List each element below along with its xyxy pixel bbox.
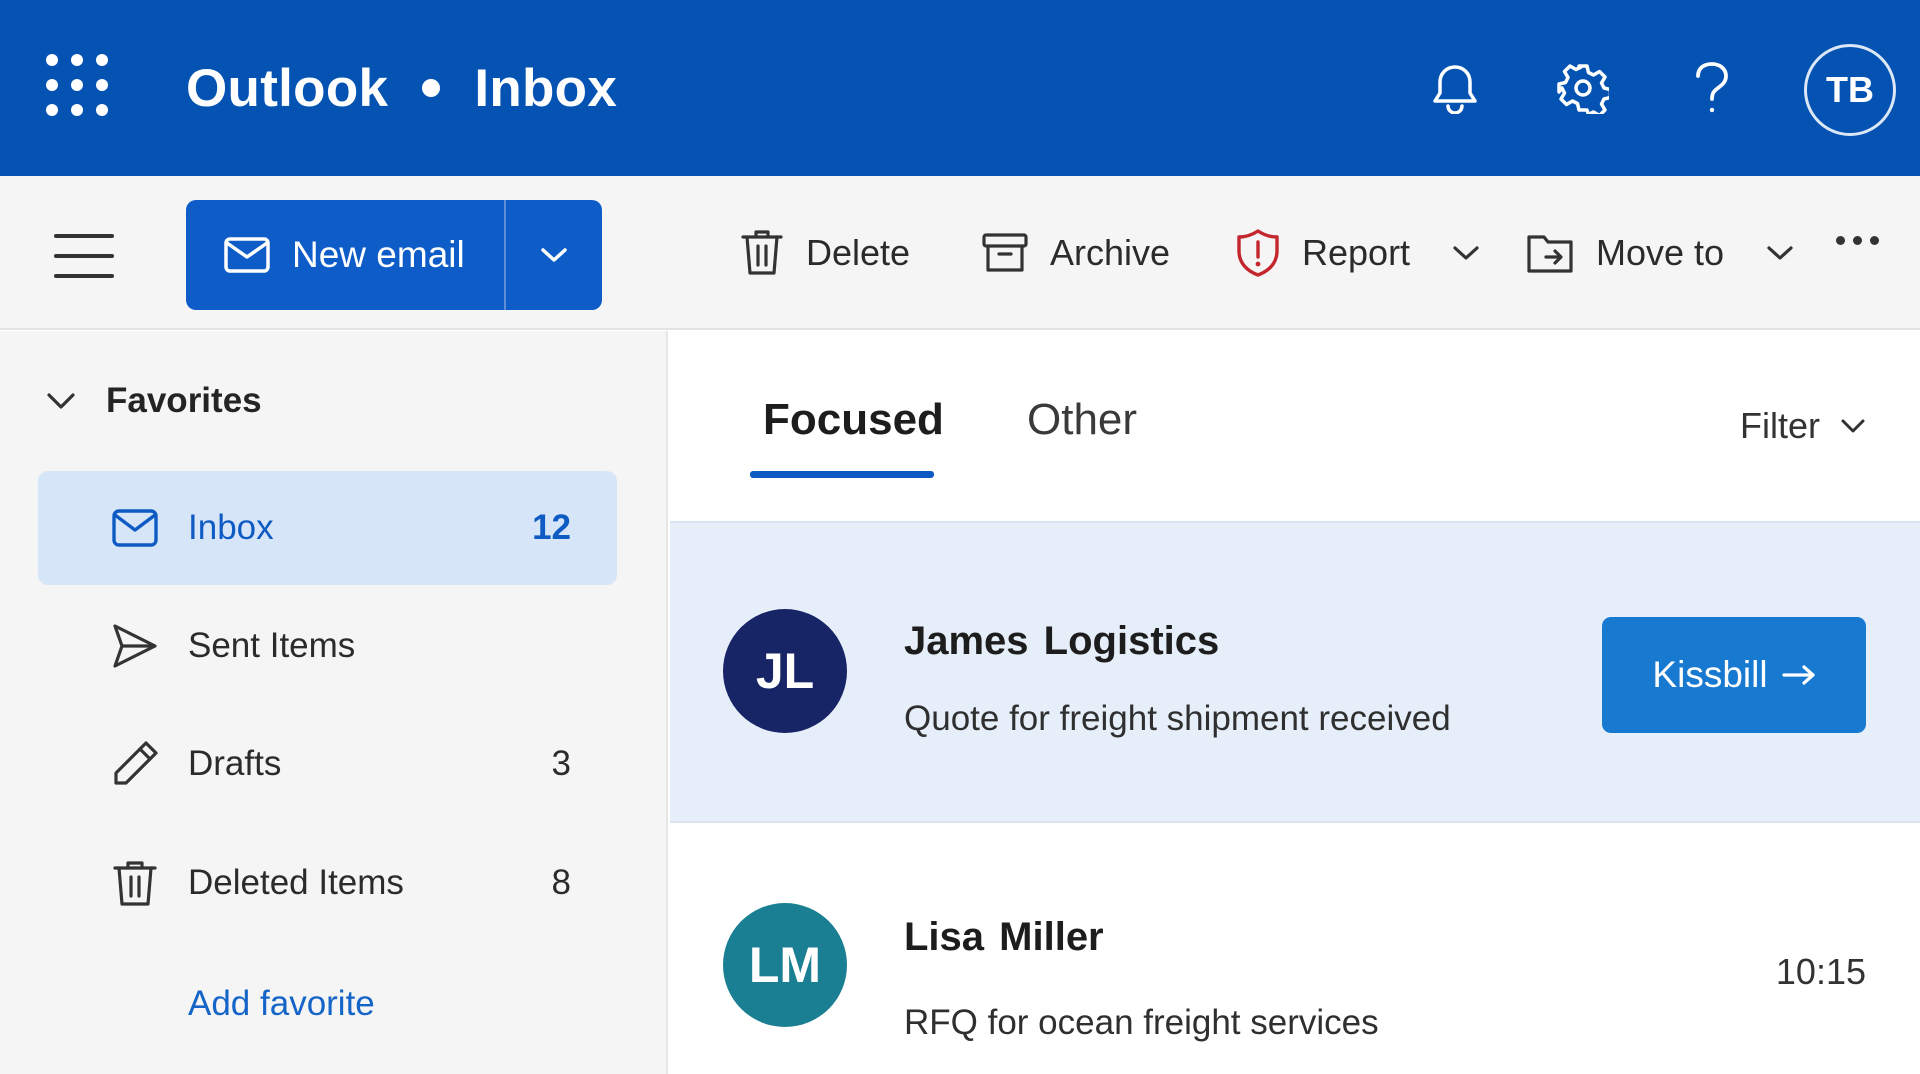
avatar-initials: TB — [1826, 69, 1874, 110]
pencil-icon — [114, 741, 158, 785]
move-to-label: Move to — [1596, 232, 1725, 273]
sidebar-item-sent-items[interactable]: Sent Items — [38, 589, 617, 703]
sidebar-item-label: Inbox — [188, 508, 274, 547]
shield-alert-icon — [1237, 229, 1279, 277]
sidebar-item-drafts[interactable]: Drafts 3 — [38, 707, 617, 821]
add-favorite-link[interactable]: Add favorite — [188, 984, 375, 1024]
delete-button[interactable]: Delete — [740, 216, 910, 290]
trash-icon — [741, 230, 783, 275]
message-time: 10:15 — [1775, 951, 1866, 992]
filter-label: Filter — [1740, 405, 1820, 446]
active-tab-indicator — [750, 471, 934, 478]
user-avatar[interactable]: TB — [1804, 44, 1896, 136]
message-subject: Quote for freight shipment received — [904, 699, 1451, 738]
message-row[interactable]: LM Lisa Miller 10:15 RFQ for ocean freig… — [670, 823, 1920, 1074]
sidebar-item-inbox[interactable]: Inbox 12 — [38, 471, 617, 585]
sender-avatar: LM — [723, 903, 847, 1027]
new-email-dropdown-button[interactable] — [506, 200, 602, 310]
hamburger-menu-icon[interactable] — [54, 234, 114, 278]
sidebar-item-deleted-items[interactable]: Deleted Items 8 — [38, 826, 617, 940]
folder-move-icon — [1527, 235, 1573, 273]
new-email-split-button: New email — [186, 200, 602, 310]
waffle-icon[interactable] — [46, 54, 108, 116]
favorites-header[interactable]: Favorites — [46, 381, 262, 421]
kissbill-label: Kissbill — [1652, 654, 1768, 695]
archive-icon — [982, 233, 1028, 272]
unread-count: 12 — [532, 508, 571, 547]
gear-icon[interactable] — [1548, 50, 1618, 126]
message-subject: RFQ for ocean freight services — [904, 1003, 1379, 1042]
app-header: Outlook Inbox TB — [0, 0, 1920, 176]
trash-icon — [113, 861, 157, 906]
send-icon — [113, 624, 157, 668]
chevron-down-icon — [541, 248, 567, 262]
message-list-pane: Focused Other Filter JL James Logistics … — [670, 331, 1920, 1074]
new-email-label: New email — [292, 234, 465, 275]
avatar-initials: JL — [755, 643, 815, 699]
help-icon[interactable] — [1677, 50, 1747, 126]
sidebar-item-label: Deleted Items — [188, 863, 404, 902]
chevron-down-icon[interactable] — [1766, 244, 1794, 262]
kissbill-action-button[interactable]: Kissbill — [1602, 617, 1866, 733]
chevron-down-icon — [1841, 419, 1865, 433]
command-toolbar: New email Delete Archive Report Move to — [0, 176, 1920, 330]
app-name[interactable]: Outlook — [186, 58, 388, 119]
delete-label: Delete — [806, 232, 911, 273]
message-row[interactable]: JL James Logistics Quote for freight shi… — [670, 521, 1920, 823]
new-email-button[interactable]: New email — [186, 200, 504, 310]
chevron-down-icon[interactable] — [1452, 244, 1480, 262]
tab-other[interactable]: Other — [1027, 395, 1137, 445]
draft-count: 3 — [551, 744, 571, 783]
arrow-right-icon — [1781, 665, 1815, 685]
favorites-label: Favorites — [106, 381, 262, 420]
mail-icon — [112, 509, 158, 547]
message-sender: Lisa Miller — [904, 915, 1104, 959]
tab-focused[interactable]: Focused — [763, 395, 944, 445]
bell-icon[interactable] — [1420, 50, 1490, 126]
sidebar-item-label: Sent Items — [188, 626, 356, 665]
message-sender: James Logistics — [904, 619, 1220, 663]
mail-icon — [224, 237, 270, 273]
filter-button[interactable]: Filter — [1740, 405, 1866, 447]
avatar-initials: LM — [748, 937, 822, 993]
app-title: Outlook Inbox — [186, 50, 617, 126]
move-to-button[interactable]: Move to — [1526, 216, 1794, 290]
title-separator — [422, 79, 441, 97]
report-button[interactable]: Report — [1236, 216, 1480, 290]
more-options-icon[interactable] — [1836, 236, 1879, 245]
report-label: Report — [1302, 232, 1411, 273]
chevron-down-icon — [47, 393, 75, 409]
sender-avatar: JL — [723, 609, 847, 733]
folder-pane: Favorites Inbox 12 Sent Items Drafts 3 D… — [0, 331, 668, 1074]
current-folder-title: Inbox — [474, 58, 618, 118]
sidebar-item-label: Drafts — [188, 744, 282, 783]
archive-label: Archive — [1050, 232, 1171, 273]
archive-button[interactable]: Archive — [982, 216, 1170, 290]
deleted-count: 8 — [551, 863, 571, 902]
